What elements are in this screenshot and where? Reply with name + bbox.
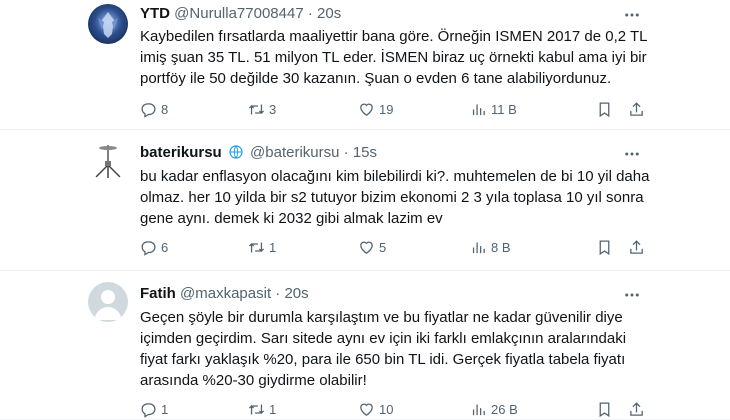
reply-count: 8	[161, 101, 169, 117]
more-horizontal-icon[interactable]	[622, 286, 642, 306]
reply-icon	[141, 240, 156, 256]
retweet-button[interactable]: 1	[248, 399, 276, 419]
reply-button[interactable]: 8	[140, 99, 168, 119]
tweet[interactable]: YTD @Nurulla77008447 · 20s Kaybedilen fı…	[0, 0, 730, 130]
views-button[interactable]: 8 B	[470, 237, 511, 257]
bookmark-button[interactable]	[596, 99, 613, 119]
reply-icon	[141, 402, 156, 418]
reply-icon	[141, 102, 156, 118]
share-button[interactable]	[628, 237, 645, 257]
share-button[interactable]	[628, 99, 645, 119]
avatar[interactable]	[88, 4, 128, 44]
bookmark-button[interactable]	[596, 237, 613, 257]
like-count: 19	[379, 101, 394, 117]
view-count: 26 B	[491, 401, 518, 417]
tweet-actions: 8 3 19 11 B	[140, 99, 648, 119]
retweet-button[interactable]: 3	[248, 99, 276, 119]
share-icon	[630, 101, 643, 116]
avatar[interactable]	[88, 282, 128, 322]
retweet-icon	[248, 242, 265, 252]
tweet[interactable]: Fatih @maxkapasit · 20s Geçen şöyle bir …	[0, 272, 730, 420]
display-name[interactable]: Fatih	[140, 285, 176, 302]
retweet-count: 3	[269, 101, 277, 117]
separator-dot: ·	[343, 144, 349, 161]
views-bar-chart-icon	[472, 242, 485, 253]
heart-icon	[360, 241, 373, 254]
display-name[interactable]: YTD	[140, 5, 170, 22]
like-count: 5	[379, 239, 387, 255]
separator-dot: ·	[307, 5, 313, 22]
like-button[interactable]: 5	[358, 237, 386, 257]
tweet-text: bu kadar enflasyon olacağını kim bilebil…	[140, 168, 650, 227]
retweet-count: 1	[269, 239, 277, 255]
reply-button[interactable]: 1	[140, 399, 168, 419]
like-button[interactable]: 19	[358, 99, 393, 119]
retweet-icon	[248, 404, 265, 414]
timestamp[interactable]: 20s	[317, 5, 341, 22]
retweet-icon	[248, 104, 265, 114]
bookmark-icon	[599, 401, 610, 417]
share-icon	[630, 239, 643, 254]
tweet[interactable]: baterikursu @baterikursu · 15s bu kadar …	[0, 131, 730, 271]
view-count: 11 B	[491, 101, 517, 117]
avatar[interactable]	[88, 141, 128, 181]
separator-dot: ·	[275, 285, 281, 302]
share-button[interactable]	[628, 399, 645, 419]
retweet-count: 1	[269, 401, 277, 417]
more-horizontal-icon[interactable]	[622, 145, 642, 165]
tweet-actions: 1 1 10 26 B	[140, 399, 648, 419]
like-count: 10	[379, 401, 394, 417]
timestamp[interactable]: 15s	[353, 144, 377, 161]
display-name[interactable]: baterikursu	[140, 144, 222, 161]
bookmark-icon	[599, 239, 610, 255]
verified-badge-icon	[228, 144, 244, 166]
like-button[interactable]: 10	[358, 399, 393, 419]
retweet-button[interactable]: 1	[248, 237, 276, 257]
bookmark-icon	[599, 101, 610, 117]
view-count: 8 B	[491, 239, 511, 255]
views-bar-chart-icon	[472, 404, 485, 415]
user-handle[interactable]: @maxkapasit	[180, 285, 271, 302]
tweet-actions: 6 1 5 8 B	[140, 237, 648, 257]
views-bar-chart-icon	[472, 104, 485, 115]
share-icon	[630, 401, 643, 416]
tweet-header: Fatih @maxkapasit · 20s	[140, 284, 309, 304]
views-button[interactable]: 26 B	[470, 399, 518, 419]
tweet-header: baterikursu @baterikursu · 15s	[140, 143, 377, 166]
tweet-header: YTD @Nurulla77008447 · 20s	[140, 4, 341, 24]
bookmark-button[interactable]	[596, 399, 613, 419]
tweet-text: Kaybedilen fırsatlarda maaliyettir bana …	[140, 28, 647, 87]
user-handle[interactable]: @baterikursu	[250, 144, 339, 161]
views-button[interactable]: 11 B	[470, 99, 517, 119]
reply-count: 1	[161, 401, 169, 417]
more-horizontal-icon[interactable]	[622, 6, 642, 26]
tweet-text: Geçen şöyle bir durumla karşılaştım ve b…	[140, 309, 627, 389]
heart-icon	[360, 403, 373, 416]
timestamp[interactable]: 20s	[284, 285, 308, 302]
heart-icon	[360, 103, 373, 116]
user-handle[interactable]: @Nurulla77008447	[174, 5, 304, 22]
reply-count: 6	[161, 239, 169, 255]
reply-button[interactable]: 6	[140, 237, 168, 257]
